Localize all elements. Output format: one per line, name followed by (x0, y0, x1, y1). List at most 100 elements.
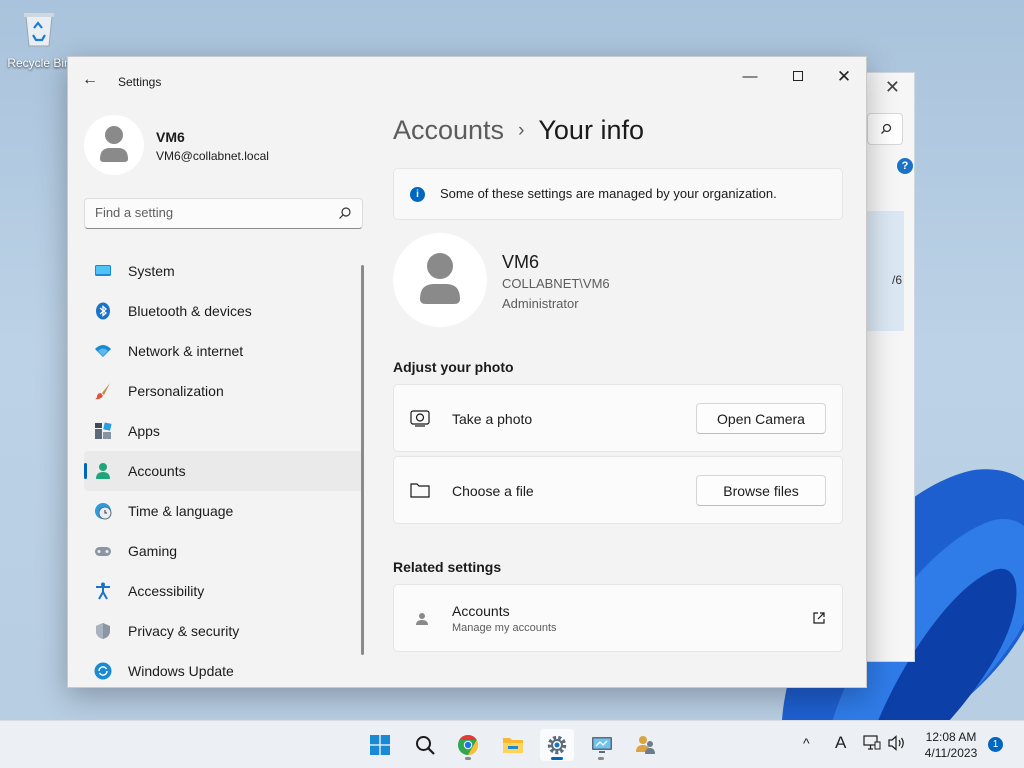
open-external-icon (813, 612, 825, 624)
remote-desktop-app[interactable] (584, 729, 618, 761)
folder-icon (410, 483, 430, 498)
browse-files-button[interactable]: Browse files (696, 475, 826, 506)
file-explorer-app[interactable] (495, 729, 529, 761)
sidebar-item-label: Apps (128, 423, 160, 439)
chrome-icon (458, 735, 478, 755)
partial-text: /6 (891, 273, 902, 287)
tray-overflow-chevron[interactable]: ^ (803, 735, 810, 751)
breadcrumb: Accounts › Your info (393, 115, 644, 146)
avatar (84, 115, 144, 175)
sidebar-item-windows-update[interactable]: Windows Update (84, 651, 363, 687)
user-name: VM6 (156, 129, 185, 145)
sidebar-item-label: Accessibility (128, 583, 205, 599)
update-icon (94, 662, 112, 680)
sidebar-item-label: Gaming (128, 543, 178, 559)
close-icon[interactable]: ✕ (885, 77, 900, 98)
recycle-bin[interactable]: Recycle Bin (6, 8, 72, 70)
search-icon (416, 736, 435, 755)
search-icon (339, 207, 351, 219)
start-button[interactable] (363, 729, 397, 761)
choose-file-row: Choose a file Browse files (393, 456, 843, 524)
settings-window: ← Settings — ✕ VM6 VM6@collabnet.local S… (67, 56, 867, 688)
system-clock[interactable]: 12:08 AM 4/11/2023 (916, 729, 986, 761)
running-indicator (598, 757, 604, 760)
gamepad-icon (95, 547, 111, 556)
search-input[interactable] (95, 205, 325, 220)
page-title: Your info (538, 115, 644, 145)
sidebar-item-label: Personalization (128, 383, 224, 399)
display-name: VM6 (502, 252, 540, 272)
apps-icon (95, 422, 112, 439)
maximize-icon (793, 71, 803, 81)
input-indicator[interactable]: A (835, 733, 846, 753)
accessibility-icon (96, 582, 110, 600)
breadcrumb-parent[interactable]: Accounts (393, 115, 504, 145)
accounts-link-label: Accounts (452, 603, 510, 619)
notification-badge[interactable]: 1 (988, 737, 1003, 752)
sidebar-item-system[interactable]: System (84, 251, 363, 291)
person-icon (416, 613, 428, 625)
wifi-icon (95, 345, 111, 357)
recycle-bin-label: Recycle Bin (7, 56, 71, 70)
notice-text: Some of these settings are managed by yo… (440, 186, 777, 201)
sidebar-item-label: Privacy & security (128, 623, 240, 639)
search-box[interactable] (867, 113, 903, 145)
accounts-icon (96, 463, 110, 479)
chrome-app[interactable] (451, 729, 485, 761)
settings-icon (547, 735, 567, 755)
sidebar-scrollbar[interactable] (361, 265, 364, 655)
users-app[interactable] (628, 729, 662, 761)
maximize-button[interactable] (788, 67, 808, 87)
chevron-right-icon: › (518, 120, 525, 141)
system-icon (95, 265, 111, 276)
taskbar: ^ A 12:08 AM 4/11/2023 1 (0, 720, 1024, 768)
domain-account: COLLABNET\VM6 (502, 276, 610, 291)
file-explorer-icon (503, 738, 523, 753)
sidebar-item-accounts[interactable]: Accounts (84, 451, 363, 491)
back-arrow-icon[interactable]: ← (82, 71, 98, 89)
search-field[interactable] (84, 198, 363, 229)
sidebar-item-label: Bluetooth & devices (128, 303, 252, 319)
close-button[interactable]: ✕ (834, 67, 854, 87)
clock-time: 12:08 AM (925, 730, 977, 744)
sidebar-item-label: Accounts (128, 463, 186, 479)
remote-desktop-icon (592, 737, 612, 753)
accounts-related-link[interactable]: Accounts Manage my accounts (393, 584, 843, 652)
title-bar: ← Settings — ✕ (68, 57, 866, 105)
taskbar-search[interactable] (408, 729, 442, 761)
sidebar-nav: System Bluetooth & devices Network & int… (84, 251, 363, 687)
running-indicator (465, 757, 471, 760)
settings-app[interactable] (540, 729, 574, 761)
active-indicator (84, 463, 87, 479)
accounts-link-sublabel: Manage my accounts (452, 622, 557, 634)
clock-globe-icon (95, 503, 112, 520)
sidebar-item-time-language[interactable]: Time & language (84, 491, 363, 531)
sidebar-item-network[interactable]: Network & internet (84, 331, 363, 371)
sidebar-item-gaming[interactable]: Gaming (84, 531, 363, 571)
adjust-photo-heading: Adjust your photo (393, 359, 514, 375)
recycle-bin-icon (24, 13, 54, 47)
volume-icon[interactable] (888, 735, 906, 751)
search-icon (881, 123, 892, 134)
window-title: Settings (118, 75, 162, 89)
camera-icon (410, 410, 430, 427)
help-icon[interactable]: ? (897, 158, 913, 174)
sidebar-item-label: Time & language (128, 503, 234, 519)
choose-file-label: Choose a file (452, 483, 534, 499)
brush-icon (95, 383, 110, 400)
sidebar-item-accessibility[interactable]: Accessibility (84, 571, 363, 611)
take-photo-label: Take a photo (452, 411, 533, 427)
sidebar-item-bluetooth[interactable]: Bluetooth & devices (84, 291, 363, 331)
minimize-button[interactable]: — (740, 67, 760, 87)
shield-icon (96, 623, 110, 639)
clock-date: 4/11/2023 (924, 746, 978, 760)
open-camera-button[interactable]: Open Camera (696, 403, 826, 434)
network-icon[interactable] (863, 735, 881, 751)
user-email: VM6@collabnet.local (156, 149, 269, 163)
sidebar-item-personalization[interactable]: Personalization (84, 371, 363, 411)
sidebar-item-apps[interactable]: Apps (84, 411, 363, 451)
active-app-indicator (551, 757, 563, 760)
avatar (393, 233, 487, 327)
sidebar-item-privacy-security[interactable]: Privacy & security (84, 611, 363, 651)
info-icon: i (410, 187, 425, 202)
